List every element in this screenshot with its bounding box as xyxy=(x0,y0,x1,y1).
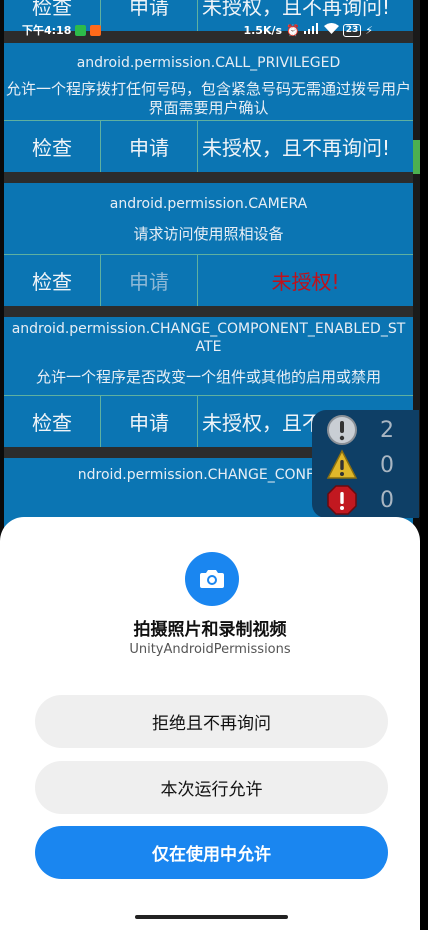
permission-dialog: 拍摄照片和录制视频 UnityAndroidPermissions 拒绝且不再询… xyxy=(0,517,420,930)
divider xyxy=(4,172,413,183)
camera-app-icon xyxy=(90,24,102,36)
info-counter[interactable]: 2 xyxy=(326,413,416,447)
alarm-icon: ⏰ xyxy=(286,23,300,37)
permission-description: 允许一个程序是否改变一个组件或其他的启用或禁用 xyxy=(35,368,381,386)
permission-name: android.permission.CHANGE_COMPONENT_ENAB… xyxy=(11,321,406,355)
action-row: 检查 申请 未授权! xyxy=(4,254,413,306)
divider xyxy=(4,306,413,317)
permission-name: android.permission.CALL_PRIVILEGED xyxy=(76,55,341,71)
battery-icon: 23 xyxy=(342,23,362,37)
error-counter[interactable]: 0 xyxy=(326,483,416,517)
error-icon xyxy=(327,485,357,515)
status-time: 下午4:18 xyxy=(22,24,72,37)
dialog-title: 拍摄照片和录制视频 xyxy=(133,620,287,640)
allow-while-using-button[interactable]: 仅在使用中允许 xyxy=(35,826,388,879)
info-icon xyxy=(327,415,357,445)
wifi-icon xyxy=(323,23,339,37)
check-button[interactable]: 检查 xyxy=(4,121,101,172)
network-speed: 1.5K/s xyxy=(243,23,283,37)
error-count: 0 xyxy=(380,487,394,513)
home-indicator[interactable] xyxy=(135,915,288,919)
check-button[interactable]: 检查 xyxy=(4,396,101,447)
camera-icon xyxy=(185,552,239,606)
permission-item-camera: android.permission.CAMERA 请求访问使用照相设备 检查 … xyxy=(4,183,413,306)
status-label: 未授权! xyxy=(271,270,340,294)
apply-button[interactable]: 申请 xyxy=(101,121,198,172)
warning-counter[interactable]: 0 xyxy=(326,448,416,482)
phone-screen: 检查 申请 未授权，且不再询问! android.permission.CALL… xyxy=(0,0,420,930)
scrollbar-thumb[interactable] xyxy=(413,140,420,174)
dialog-subtitle: UnityAndroidPermissions xyxy=(129,642,291,657)
charging-icon: ⚡ xyxy=(365,23,373,37)
status-right: 1.5K/s ⏰ 23 ⚡ xyxy=(243,23,373,37)
permission-description: 允许一个程序拨打任何号码，包含紧急号码无需通过拨号用户界面需要用户确认 xyxy=(5,80,411,117)
wechat-icon xyxy=(75,24,87,36)
permission-description: 请求访问使用照相设备 xyxy=(133,225,284,243)
action-row: 检查 申请 未授权，且不再询问! xyxy=(4,120,413,172)
apply-button[interactable]: 申请 xyxy=(101,255,198,306)
permission-item-call-privileged: android.permission.CALL_PRIVILEGED 允许一个程… xyxy=(4,43,413,172)
permission-name: android.permission.CAMERA xyxy=(109,196,308,212)
status-label: 未授权，且不再询问! xyxy=(202,136,391,160)
deny-dont-ask-button[interactable]: 拒绝且不再询问 xyxy=(35,695,388,748)
status-bar: 下午4:18 1.5K/s ⏰ 23 ⚡ xyxy=(0,19,413,41)
allow-once-button[interactable]: 本次运行允许 xyxy=(35,761,388,814)
check-button[interactable]: 检查 xyxy=(4,255,101,306)
warning-icon xyxy=(326,449,358,479)
apply-button[interactable]: 申请 xyxy=(101,396,198,447)
info-count: 2 xyxy=(380,417,394,443)
warning-count: 0 xyxy=(380,452,394,478)
log-counter-panel[interactable]: 2 0 0 xyxy=(312,410,419,518)
signal-icon xyxy=(303,23,320,37)
